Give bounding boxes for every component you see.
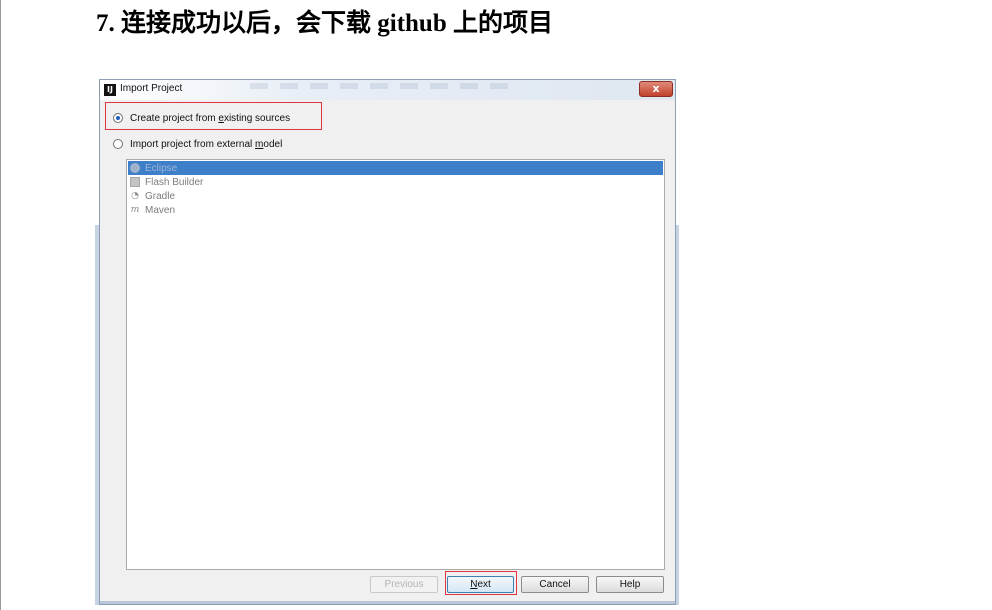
maven-icon: m — [130, 205, 140, 215]
list-item-eclipse[interactable]: Eclipse — [128, 161, 663, 175]
step-heading: 7. 连接成功以后，会下载 github 上的项目 — [96, 10, 553, 37]
dialog-bottom-border — [100, 601, 675, 604]
radio-label: Import project from external model — [130, 138, 283, 150]
flash-builder-icon — [130, 177, 140, 187]
radio-import-from-external-model[interactable]: Import project from external model — [113, 136, 282, 152]
dialog-titlebar: IJ Import Project x — [100, 80, 675, 100]
eclipse-icon — [130, 163, 140, 173]
radio-unselected-icon[interactable] — [113, 139, 123, 149]
external-model-list[interactable]: Eclipse Flash Builder ◔ Gradle m Maven — [126, 159, 665, 570]
list-item-flash-builder[interactable]: Flash Builder — [128, 175, 663, 189]
page-left-rule — [0, 0, 1, 610]
next-button[interactable]: Next — [447, 576, 514, 593]
radio-create-from-existing-sources[interactable]: Create project from existing sources — [113, 110, 290, 126]
gradle-icon: ◔ — [131, 191, 139, 201]
previous-button[interactable]: Previous — [370, 576, 438, 593]
dialog-title: Import Project — [120, 83, 183, 94]
close-button[interactable]: x — [639, 81, 673, 97]
intellij-app-icon: IJ — [104, 84, 116, 96]
cancel-button[interactable]: Cancel — [521, 576, 589, 593]
help-button[interactable]: Help — [596, 576, 664, 593]
list-item-maven[interactable]: m Maven — [128, 203, 663, 217]
list-item-gradle[interactable]: ◔ Gradle — [128, 189, 663, 203]
import-project-dialog: IJ Import Project x Create project from … — [99, 79, 676, 605]
radio-label: Create project from existing sources — [130, 112, 291, 124]
radio-selected-icon[interactable] — [113, 113, 123, 123]
